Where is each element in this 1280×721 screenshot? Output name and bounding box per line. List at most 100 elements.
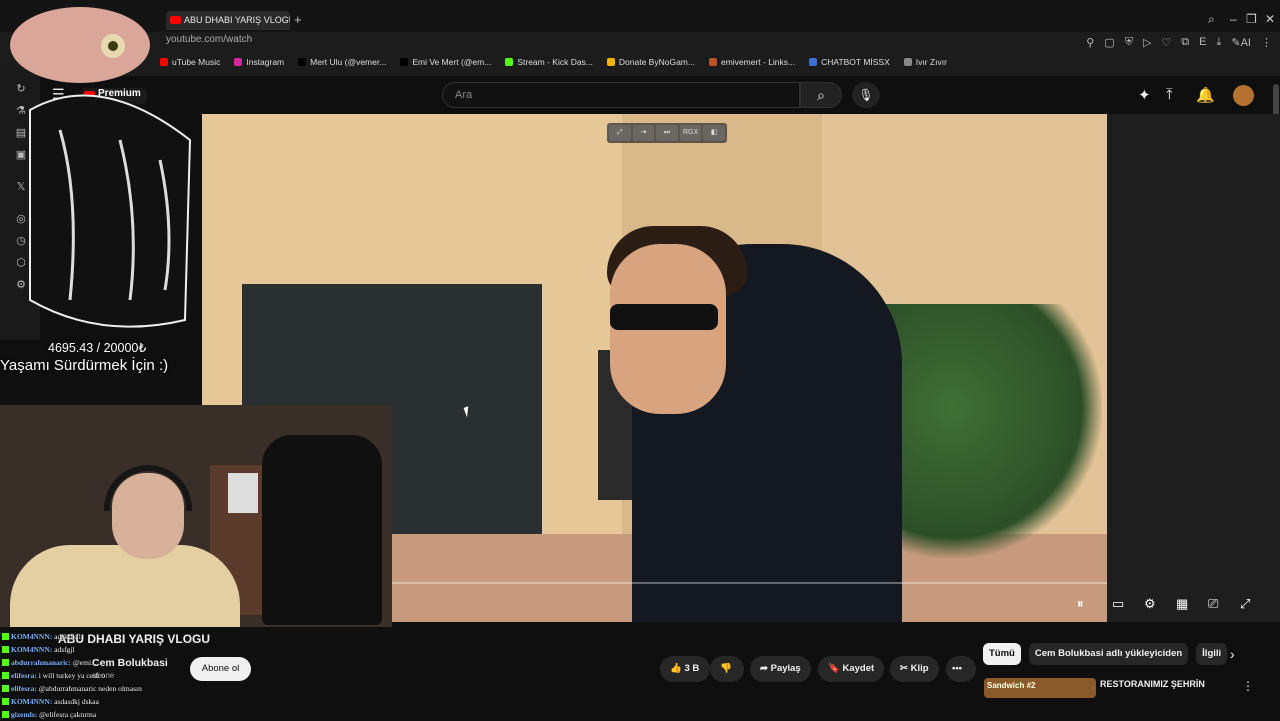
chat-username: KOM4NNN:: [11, 632, 53, 641]
bookmark-favicon-icon: [903, 58, 912, 66]
bookmark-label: Donate ByNoGam...: [618, 57, 695, 67]
create-icon[interactable]: ✦: [1138, 86, 1151, 104]
chat-message: abdurrahmanaric: @emi...: [2, 656, 242, 669]
more-actions-button[interactable]: •••: [946, 656, 976, 682]
bookmark-item[interactable]: emivemert - Links...: [708, 57, 796, 71]
bookmark-icon: 🔖: [828, 663, 843, 674]
chat-message: KOM4NNN: asdasdkj dskaa: [2, 695, 242, 708]
webcam-overlay: [0, 405, 392, 627]
bookmark-item[interactable]: Stream - Kick Das...: [505, 57, 593, 71]
kick-badge-icon: [2, 646, 9, 653]
avatar[interactable]: [1233, 85, 1254, 106]
chat-username: gizemls:: [11, 710, 38, 719]
profile-e-icon[interactable]: E: [1199, 36, 1206, 49]
bookmark-label: Stream - Kick Das...: [517, 57, 593, 67]
cast-icon[interactable]: ⎚: [1208, 596, 1218, 612]
bookmark-item[interactable]: Instagram: [234, 57, 284, 71]
dobby-overlay-image: [10, 7, 192, 328]
fullscreen-icon[interactable]: ⤢: [1240, 596, 1250, 612]
clip-label: Klip: [910, 663, 929, 674]
close-icon[interactable]: ✕: [1265, 12, 1275, 26]
pause-icon[interactable]: ⏸: [1077, 596, 1084, 612]
browser-search-icon[interactable]: ⌕: [1208, 12, 1215, 27]
gaming-chair: [262, 435, 382, 625]
restore-icon[interactable]: ❐: [1246, 12, 1257, 26]
recommendation-more-icon[interactable]: ⋮: [1242, 679, 1254, 693]
play-icon[interactable]: ▷: [1143, 36, 1151, 49]
chat-message: gizemls: @elifesra çaktırma: [2, 708, 242, 721]
notifications-icon[interactable]: 🔔: [1196, 86, 1215, 104]
minimize-icon[interactable]: –: [1230, 12, 1237, 26]
bookmark-favicon-icon: [298, 58, 307, 66]
bookmark-label: emivemert - Links...: [720, 57, 796, 67]
recommendation-title[interactable]: RESTORANIMIZ ŞEHRİN: [1100, 679, 1205, 689]
chat-username: elifesra:: [11, 684, 37, 693]
extensions-icon[interactable]: ⧉: [1181, 36, 1189, 49]
share-icon: ➦: [760, 663, 771, 674]
search-button[interactable]: ⌕: [800, 82, 842, 108]
pin-icon[interactable]: ⚲: [1086, 36, 1094, 49]
save-button[interactable]: 🔖 Kaydet: [818, 656, 885, 682]
recommendation-thumbnail[interactable]: Sandwich #2: [984, 678, 1096, 698]
bookmark-item[interactable]: CHATBOT MİSSX: [809, 57, 890, 71]
new-tab-button[interactable]: +: [294, 12, 302, 27]
chat-message: KOM4NNN: adsklfkfl: [2, 630, 242, 643]
download-icon[interactable]: ⤓: [1217, 36, 1222, 49]
settings-gear-icon[interactable]: ⚙: [1144, 596, 1156, 612]
bookmark-favicon-icon: [708, 58, 717, 66]
bookmark-favicon-icon: [505, 58, 514, 66]
chat-username: elifesra:: [11, 671, 37, 680]
like-count: 3 B: [684, 663, 700, 674]
chat-text: asdasdkj dskaa: [54, 697, 99, 706]
ai-icon[interactable]: ✎AI: [1231, 36, 1251, 49]
subtitles-icon[interactable]: ▭: [1112, 596, 1124, 612]
bookmark-label: Instagram: [246, 57, 285, 67]
next-frame-icon[interactable]: ⇥: [632, 125, 655, 141]
thumbs-up-icon: 👍: [670, 663, 685, 674]
bookmark-label: Emi Ve Mert (@em...: [412, 57, 492, 67]
chat-username: abdurrahmanaric:: [11, 658, 71, 667]
kick-badge-icon: [2, 659, 9, 666]
skip-icon[interactable]: ⏭: [656, 125, 678, 141]
chip-1[interactable]: Cem Bolukbasi adlı yükleyiciden: [1028, 643, 1189, 665]
chat-message: KOM4NNN: adsfgjl: [2, 643, 242, 656]
rgx-button[interactable]: RGX: [679, 125, 702, 141]
kick-badge-icon: [2, 698, 9, 705]
chip-2[interactable]: İlgili: [1196, 643, 1228, 665]
overlay-caption: Yaşamı Sürdürmek İçin :): [0, 357, 169, 374]
miniplayer-icon[interactable]: ▦: [1176, 596, 1188, 612]
chip-0[interactable]: Tümü: [983, 643, 1021, 665]
scissors-icon: ✂: [900, 663, 911, 674]
stream-chat-overlay: KOM4NNN: adsklfkfl KOM4NNN: adsfgjl abdurr…: [2, 630, 242, 721]
dislike-button[interactable]: 👎: [710, 656, 744, 682]
chat-text: @elifesra çaktırma: [39, 710, 97, 719]
chevron-right-icon[interactable]: ›: [1230, 646, 1235, 662]
bookmark-label: Mert Ulu (@vemer...: [310, 57, 387, 67]
recommendation-chips: Tümü Cem Bolukbasi adlı yükleyiciden İlgil…: [983, 643, 1228, 665]
bookmark-item[interactable]: Emi Ve Mert (@em...: [400, 57, 491, 71]
bookmark-item[interactable]: Ivır Zıvır: [903, 57, 947, 71]
upload-icon[interactable]: ⤒: [1166, 86, 1173, 103]
menu-icon[interactable]: ⋮: [1261, 36, 1272, 49]
popout-icon[interactable]: ⤢: [609, 125, 631, 141]
dobby-pupil: [108, 41, 118, 51]
screenshot-icon[interactable]: ▢: [1104, 36, 1114, 49]
headphones: [104, 465, 192, 511]
heart-icon[interactable]: ♡: [1161, 36, 1171, 49]
shield-icon[interactable]: ⛨: [1125, 36, 1133, 49]
dobby-sketch: [29, 94, 192, 328]
bookmarks-bar: uTube Music Instagram Mert Ulu (@vemer... E…: [160, 57, 947, 71]
bookmark-label: Ivır Zıvır: [915, 57, 947, 67]
clip-button[interactable]: ✂ Klip: [890, 656, 939, 682]
kick-badge-icon: [2, 633, 9, 640]
mic-icon[interactable]: 🎙: [852, 82, 880, 108]
video-side-area: [1107, 114, 1280, 622]
like-button[interactable]: 👍 3 B: [660, 656, 710, 682]
progress-bar[interactable]: [392, 582, 1107, 584]
share-button[interactable]: ➦ Paylaş: [750, 656, 811, 682]
pip-icon[interactable]: ◧: [703, 125, 725, 141]
search-input[interactable]: Ara: [442, 82, 800, 108]
chat-username: KOM4NNN:: [11, 645, 53, 654]
bookmark-item[interactable]: Mert Ulu (@vemer...: [298, 57, 386, 71]
bookmark-item[interactable]: Donate ByNoGam...: [606, 57, 695, 71]
